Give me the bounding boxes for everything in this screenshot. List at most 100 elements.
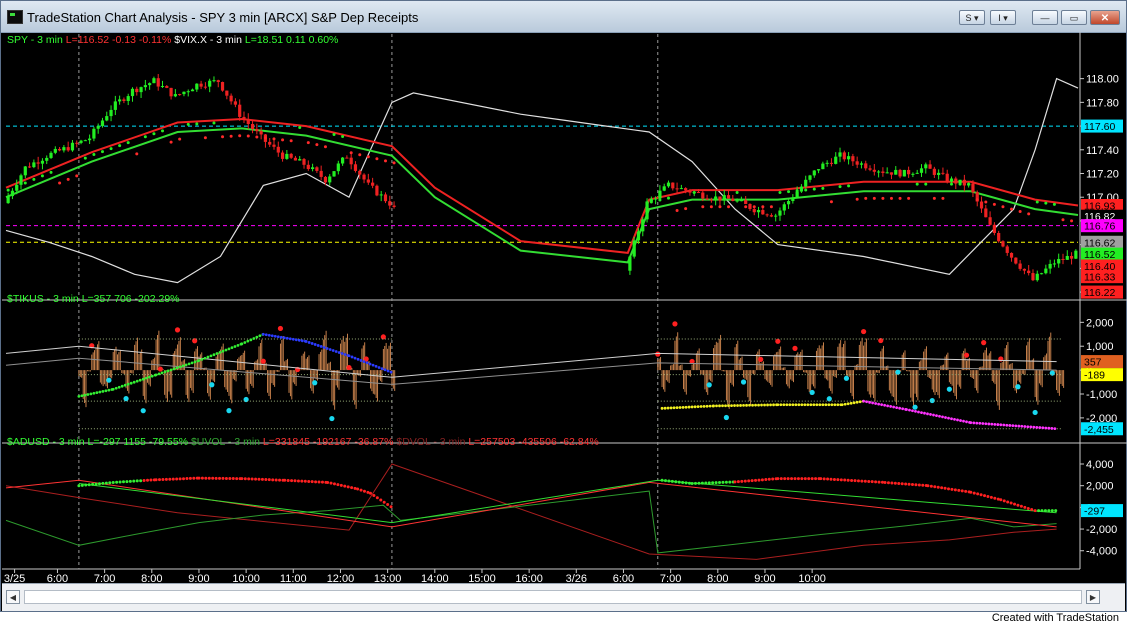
tikus-trend-dot [923, 411, 926, 415]
tradestation-app-icon[interactable] [7, 10, 23, 24]
tikus-trend-dot [733, 404, 736, 407]
adusd-dot [264, 478, 268, 482]
sar-dot [950, 182, 954, 186]
adusd-dot [211, 476, 215, 480]
candle-body [761, 210, 765, 215]
tikus-trend-dot [310, 342, 314, 345]
adusd-dot [972, 491, 976, 495]
adusd-dot [207, 476, 211, 480]
adusd-dot [670, 479, 674, 483]
y-tick-label: -4,000 [1086, 546, 1117, 558]
horizontal-scrollbar[interactable]: ◀ ▶ [2, 583, 1125, 611]
candle-body [1014, 257, 1018, 264]
adusd-dot [214, 476, 218, 480]
candle-body [75, 142, 79, 144]
chart-series [5, 74, 1079, 560]
sar-dot [881, 196, 885, 200]
x-tick-label: 7:00 [94, 573, 115, 583]
s-menu-button[interactable]: S ▾ [959, 10, 985, 25]
tikus-trend-dot [739, 404, 742, 407]
tick-high-dot [174, 327, 181, 333]
tikus-trend-dot [273, 334, 277, 338]
tikus-trend-dot [83, 393, 87, 397]
candle-body [795, 191, 799, 198]
tikus-trend-dot [233, 345, 237, 348]
candle-body [315, 167, 319, 171]
minimize-button[interactable]: — [1032, 10, 1058, 25]
adusd-dot [850, 478, 854, 482]
title-bar[interactable]: TradeStation Chart Analysis - SPY 3 min … [1, 1, 1126, 33]
candle-body [915, 172, 919, 174]
scroll-left-arrow-icon[interactable]: ◀ [6, 590, 20, 604]
adusd-dot [814, 477, 818, 481]
tikus-trend-dot [340, 352, 344, 355]
tikus-trend-dot [270, 334, 274, 338]
tikus-trend-dot [197, 359, 201, 362]
tikus-trend-dot [660, 406, 664, 410]
candle-body [671, 182, 675, 189]
candle-body [250, 123, 255, 130]
candle-body [105, 116, 109, 121]
adusd-dot [307, 479, 311, 483]
tikus-trend-dot [258, 334, 262, 338]
candle-body [885, 172, 889, 174]
adusd-dot [883, 480, 887, 484]
tikus-trend-dot [806, 403, 810, 407]
sar-dot [143, 135, 147, 139]
scroll-track[interactable] [24, 590, 1082, 604]
adusd-dot [760, 478, 764, 482]
tikus-trend-dot [996, 423, 1000, 426]
adusd-dot [171, 477, 175, 481]
tick-low-dot [826, 396, 832, 402]
tikus-trend-dot [240, 342, 244, 346]
candle-body [36, 162, 40, 164]
tikus-trend-dot [800, 403, 804, 407]
close-button[interactable]: ✕ [1090, 10, 1120, 25]
adusd-dot [940, 486, 944, 490]
tikus-trend-dot [693, 405, 697, 409]
adusd-dot [296, 479, 300, 483]
scroll-right-arrow-icon[interactable]: ▶ [1086, 590, 1100, 604]
tikus-trend-dot [218, 350, 222, 354]
tikus-trend-dot [944, 416, 947, 419]
adusd-dot [77, 484, 81, 488]
candle-body [79, 140, 83, 143]
sar-dot [75, 174, 79, 178]
adusd-dot [897, 481, 901, 485]
tikus-trend-dot [154, 373, 158, 377]
tick-low-dot [946, 386, 952, 392]
adusd-dot [724, 480, 728, 484]
tikus-trend-dot [840, 403, 844, 407]
chart-area[interactable]: 118.00117.80117.60117.40117.20117.00116.… [2, 32, 1127, 583]
tikus-trend-dot [325, 347, 329, 350]
candle-body [336, 163, 340, 172]
adusd-dot [1040, 509, 1044, 513]
y-tick-label: -1,000 [1086, 389, 1117, 401]
sar-dot [992, 202, 996, 206]
tikus-trend-dot [343, 353, 347, 356]
candle-body [199, 83, 203, 87]
sar-dot [246, 134, 250, 138]
tikus-trend-dot [797, 403, 801, 407]
adusd-dot [142, 478, 146, 482]
panel-legends: SPY - 3 min L=116.52 -0.13 -0.11% $VIX.X… [7, 34, 599, 448]
sar-dot [907, 196, 911, 200]
sar-dot [684, 207, 688, 211]
adusd-dot [366, 490, 370, 494]
tikus-trend-dot [215, 352, 219, 355]
tikus-trend-dot [779, 403, 783, 407]
tick-high-dot [981, 340, 987, 346]
legend-entry: L=116.52 [63, 34, 109, 46]
i-menu-button[interactable]: I ▾ [990, 10, 1016, 25]
candle-body [358, 170, 362, 175]
tikus-histogram [78, 321, 1065, 422]
tikus-trend-dot [150, 374, 154, 378]
maximize-button[interactable]: ▭ [1061, 10, 1087, 25]
x-tick-label: 6:00 [47, 573, 68, 583]
sar-dot [272, 137, 276, 141]
candle-body [118, 99, 122, 102]
candle-body [829, 162, 834, 164]
candle-body [1057, 258, 1061, 264]
tikus-trend-dot [849, 401, 853, 405]
legend-entry: SPY - 3 min [7, 34, 63, 46]
